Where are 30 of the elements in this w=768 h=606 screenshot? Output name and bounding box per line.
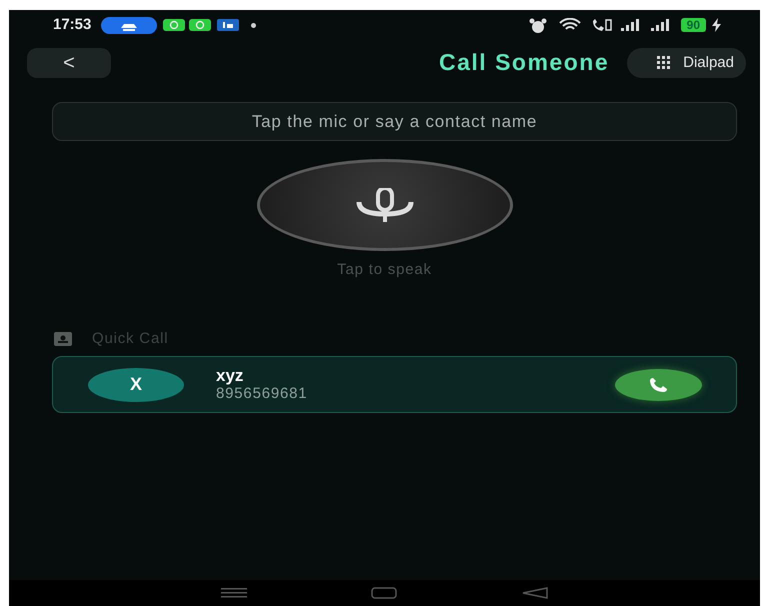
signal-icon xyxy=(650,19,671,31)
contact-avatar: X xyxy=(88,368,184,402)
alarm-icon xyxy=(528,18,547,32)
chat-notification-icon xyxy=(189,19,212,31)
screen-title: Call Someone xyxy=(439,49,610,77)
back-icon[interactable] xyxy=(522,587,548,599)
phone-icon xyxy=(648,378,668,392)
signal-icon xyxy=(620,19,641,31)
back-button[interactable]: < xyxy=(27,48,111,78)
network-notification-icon xyxy=(217,19,240,31)
contact-name: xyz xyxy=(216,366,244,384)
dialpad-button[interactable]: Dialpad xyxy=(627,48,746,78)
chat-notification-icon xyxy=(163,19,186,31)
menu-icon[interactable] xyxy=(221,588,248,598)
home-icon[interactable] xyxy=(371,587,398,599)
hotspot-notification-icon xyxy=(101,16,158,34)
mic-label: Tap to speak xyxy=(336,260,433,280)
dialpad-icon xyxy=(657,56,672,70)
battery-level: 90 xyxy=(680,18,706,32)
voice-prompt: Tap the mic or say a contact name xyxy=(52,102,737,141)
charging-icon xyxy=(712,18,722,32)
contact-card[interactable]: X xyz 8956569681 xyxy=(52,356,737,413)
call-button[interactable] xyxy=(615,368,702,400)
contact-card-icon xyxy=(54,332,72,346)
dot-icon xyxy=(251,22,256,28)
call-icon xyxy=(590,18,613,32)
section-heading: Quick Call xyxy=(92,328,168,348)
status-time: 17:53 xyxy=(53,14,92,35)
wifi-icon xyxy=(558,18,581,32)
contact-number: 8956569681 xyxy=(216,384,308,402)
